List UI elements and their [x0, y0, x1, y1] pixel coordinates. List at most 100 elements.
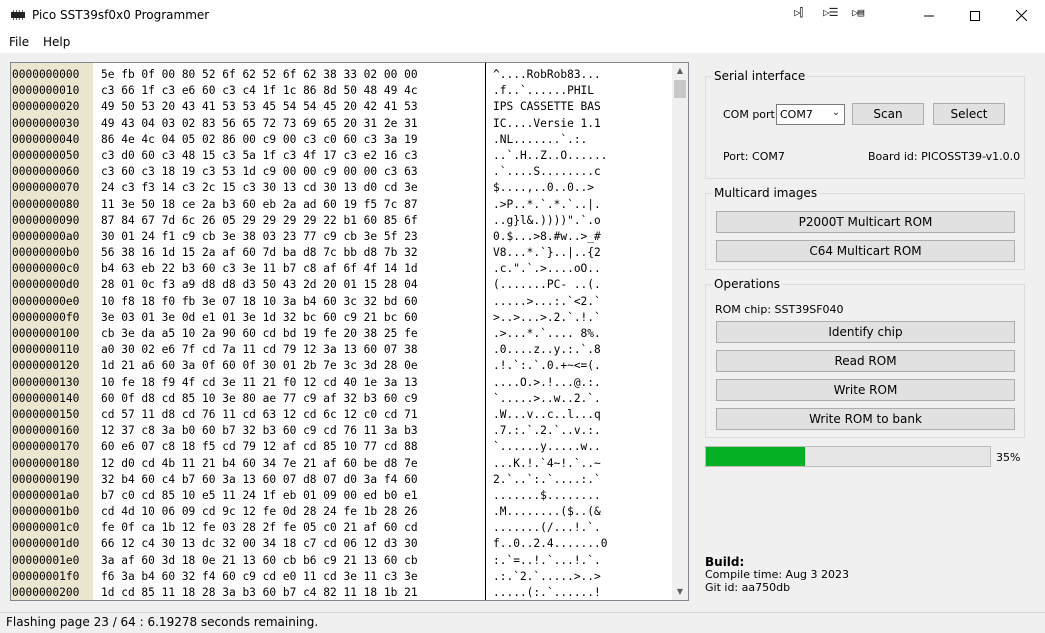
scroll-up-icon[interactable]: ▲ [672, 63, 688, 79]
write-rom-button[interactable]: Write ROM [716, 379, 1015, 401]
hex-ascii[interactable]: >..>...>.2.`.!.` [493, 310, 601, 326]
hex-bytes[interactable]: 3e 03 01 3e 0d e1 01 3e 1d 32 bc 60 c9 2… [101, 310, 418, 326]
hex-ascii[interactable]: .......(/...!.`. [493, 520, 601, 536]
hex-bytes[interactable]: fe 0f ca 1b 12 fe 03 28 2f fe 05 c0 21 a… [101, 520, 418, 536]
hex-ascii[interactable]: (.......PC- ..(. [493, 277, 601, 293]
hex-ascii[interactable]: .`....S........c [493, 164, 601, 180]
hex-ascii[interactable]: `......y.....w.. [493, 439, 601, 455]
hex-ascii[interactable]: .>...*.`.... 8%. [493, 326, 601, 342]
hex-bytes[interactable]: 1d 21 a6 60 3a 0f 60 0f 30 01 2b 7e 3c 3… [101, 358, 418, 374]
hex-ascii[interactable]: $....,..0..0..> [493, 180, 594, 196]
hex-bytes[interactable]: 32 b4 60 c4 b7 60 3a 13 60 07 d8 07 d0 3… [101, 472, 418, 488]
hex-viewer[interactable]: 0000000000 5e fb 0f 00 80 52 6f 62 52 6f … [10, 62, 689, 601]
hex-bytes[interactable]: f6 3a b4 60 32 f4 60 c9 cd e0 11 cd 3e 1… [101, 569, 418, 585]
hex-bytes[interactable]: 49 50 53 20 43 41 53 53 45 54 54 45 20 4… [101, 99, 418, 115]
menu-help[interactable]: Help [43, 35, 70, 49]
select-button[interactable]: Select [933, 103, 1005, 125]
hex-ascii[interactable]: .!.`:.`.0.+~<=(. [493, 358, 601, 374]
maximize-button[interactable] [952, 0, 998, 31]
toolbar-panel-icon[interactable]: ▷▤ [852, 6, 864, 19]
hex-address: 00000001f0 [12, 569, 80, 583]
close-button[interactable] [998, 0, 1044, 31]
hex-ascii[interactable]: 0.$...>8.#w..>_# [493, 229, 601, 245]
hex-ascii[interactable]: :.`=..!.`...!.`. [493, 553, 601, 569]
hex-ascii[interactable]: .>P..*.`.*.`..|. [493, 197, 601, 213]
hex-bytes[interactable]: 10 f8 18 f0 fb 3e 07 18 10 3a b4 60 3c 3… [101, 294, 418, 310]
hex-ascii[interactable]: .......$........ [493, 488, 601, 504]
hex-bytes[interactable]: 60 e6 07 c8 18 f5 cd 79 12 af cd 85 10 7… [101, 439, 418, 455]
p2000t-multicart-button[interactable]: P2000T Multicart ROM [716, 211, 1015, 233]
hex-bytes[interactable]: 56 38 16 1d 15 2a af 60 7d ba d8 7c bb d… [101, 245, 418, 261]
hex-address: 0000000020 [12, 100, 80, 114]
hex-ascii[interactable]: .0....z..y.:.`.8 [493, 342, 601, 358]
status-text: Flashing page 23 / 64 : 6.19278 seconds … [6, 615, 319, 629]
hex-address: 0000000180 [12, 456, 80, 470]
hex-ascii[interactable]: 2.`..`:.`....:.` [493, 472, 601, 488]
hex-ascii[interactable]: .....(:.`......! [493, 585, 601, 600]
c64-multicart-button[interactable]: C64 Multicart ROM [716, 240, 1015, 262]
toolbar-layout-icon[interactable]: ▷⫿ [794, 6, 803, 20]
hex-ascii[interactable]: ...K.!.`4~!.`..~ [493, 456, 601, 472]
hex-ascii[interactable]: .W...v..c..l...q [493, 407, 601, 423]
hex-bytes[interactable]: 86 4e 4c 04 05 02 86 00 c9 00 c3 c0 60 c… [101, 132, 418, 148]
hex-ascii[interactable]: .c.".`.>....oO.. [493, 261, 601, 277]
scan-button[interactable]: Scan [852, 103, 924, 125]
hex-ascii[interactable]: IC....Versie 1.1 [493, 116, 601, 132]
hex-bytes[interactable]: 12 37 c8 3a b0 60 b7 32 b3 60 c9 cd 76 1… [101, 423, 418, 439]
hex-ascii[interactable]: f..0..2.4.......0 [493, 536, 608, 552]
hex-bytes[interactable]: 12 d0 cd 4b 11 21 b4 60 34 7e 21 af 60 b… [101, 456, 418, 472]
hex-bytes[interactable]: a0 30 02 e6 7f cd 7a 11 cd 79 12 3a 13 6… [101, 342, 418, 358]
hex-ascii[interactable]: V8...*.`}..|..{2 [493, 245, 601, 261]
hex-bytes[interactable]: cd 4d 10 06 09 cd 9c 12 fe 0d 28 24 fe 1… [101, 504, 418, 520]
hex-ascii[interactable]: ..`.H..Z..O...... [493, 148, 608, 164]
hex-ascii[interactable]: .....>...:.`<2.` [493, 294, 601, 310]
write-rom-to-bank-button[interactable]: Write ROM to bank [716, 408, 1015, 430]
hex-bytes[interactable]: 30 01 24 f1 c9 cb 3e 38 03 23 77 c9 cb 3… [101, 229, 418, 245]
menu-file[interactable]: File [9, 35, 29, 49]
hex-ascii[interactable]: ^....RobRob83... [493, 67, 601, 83]
hex-address: 0000000200 [12, 586, 80, 599]
read-rom-button[interactable]: Read ROM [716, 350, 1015, 372]
window-title: Pico SST39sf0x0 Programmer [32, 8, 210, 22]
com-port-select[interactable]: COM7 ⌄ [776, 104, 845, 125]
vertical-scrollbar[interactable]: ▲ ▼ [672, 63, 688, 600]
close-icon [1015, 10, 1027, 21]
hex-ascii[interactable]: .:.`2.`.....>..> [493, 569, 601, 585]
operations-group: Operations ROM chip: SST39SF040 Identify… [705, 277, 1025, 438]
hex-ascii[interactable]: `.....>..w..2.`. [493, 391, 601, 407]
hex-ascii[interactable]: .f..`......PHIL [493, 83, 594, 99]
hex-bytes[interactable]: c3 d0 60 c3 48 15 c3 5a 1f c3 4f 17 c3 e… [101, 148, 418, 164]
hex-ascii[interactable]: .7.:.`.2.`..v.:. [493, 423, 601, 439]
hex-bytes[interactable]: 10 fe 18 f9 4f cd 3e 11 21 f0 12 cd 40 1… [101, 375, 418, 391]
hex-ascii[interactable]: ..g}l&.))))".`.o [493, 213, 601, 229]
hex-bytes[interactable]: 3a af 60 3d 18 0e 21 13 60 cb b6 c9 21 1… [101, 553, 418, 569]
hex-bytes[interactable]: c3 60 c3 18 19 c3 53 1d c9 00 00 c9 00 0… [101, 164, 418, 180]
hex-bytes[interactable]: 28 01 0c f3 a9 d8 d8 d3 50 43 2d 20 01 1… [101, 277, 418, 293]
hex-bytes[interactable]: 11 3e 50 18 ce 2a b3 60 eb 2a ad 60 19 f… [101, 197, 418, 213]
hex-ascii[interactable]: ....O.>.!...@.:. [493, 375, 601, 391]
hex-bytes[interactable]: c3 66 1f c3 e6 60 c3 c4 1f 1c 86 8d 50 4… [101, 83, 418, 99]
hex-ascii[interactable]: .M........($..(& [493, 504, 601, 520]
scroll-down-icon[interactable]: ▼ [672, 584, 688, 600]
hex-ascii[interactable]: IPS CASSETTE BAS [493, 99, 601, 115]
serial-group-title: Serial interface [712, 69, 808, 83]
identify-chip-button[interactable]: Identify chip [716, 321, 1015, 343]
hex-bytes[interactable]: 1d cd 85 11 18 28 3a b3 60 b7 c4 82 11 1… [101, 585, 418, 600]
hex-bytes[interactable]: 87 84 67 7d 6c 26 05 29 29 29 29 22 b1 6… [101, 213, 418, 229]
hex-bytes[interactable]: 60 0f d8 cd 85 10 3e 80 ae 77 c9 af 32 b… [101, 391, 418, 407]
scroll-thumb[interactable] [674, 80, 686, 98]
hex-bytes[interactable]: 49 43 04 03 02 83 56 65 72 73 69 65 20 3… [101, 116, 418, 132]
menu-bar: File Help [0, 31, 1045, 54]
hex-bytes[interactable]: cd 57 11 d8 cd 76 11 cd 63 12 cd 6c 12 c… [101, 407, 418, 423]
hex-bytes[interactable]: 66 12 c4 30 13 dc 32 00 34 18 c7 cd 06 1… [101, 536, 418, 552]
hex-bytes[interactable]: cb 3e da a5 10 2a 90 60 cd bd 19 fe 20 3… [101, 326, 418, 342]
toolbar-list-icon[interactable]: ▷☰ [823, 6, 839, 19]
hex-bytes[interactable]: b4 63 eb 22 b3 60 c3 3e 11 b7 c8 af 6f 4… [101, 261, 418, 277]
minimize-button[interactable] [906, 0, 952, 31]
hex-ascii[interactable]: .NL.......`.:. [493, 132, 587, 148]
hex-bytes[interactable]: 5e fb 0f 00 80 52 6f 62 52 6f 62 38 33 0… [101, 67, 418, 83]
hex-address: 0000000010 [12, 84, 80, 98]
hex-bytes[interactable]: 24 c3 f3 14 c3 2c 15 c3 30 13 cd 30 13 d… [101, 180, 418, 196]
hex-bytes[interactable]: b7 c0 cd 85 10 e5 11 24 1f eb 01 09 00 e… [101, 488, 418, 504]
hex-address: 00000000e0 [12, 294, 80, 308]
